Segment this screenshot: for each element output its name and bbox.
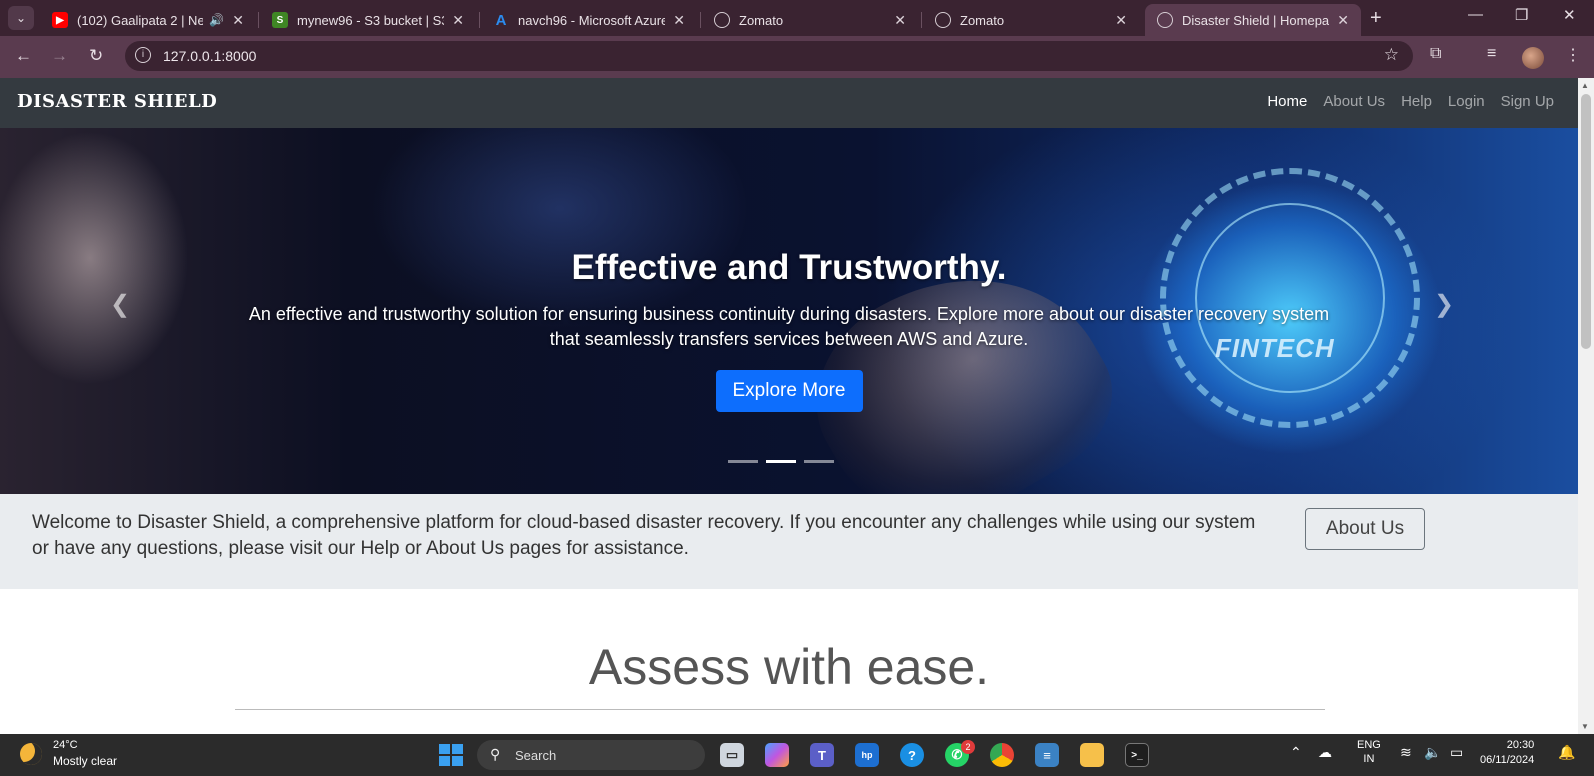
restore-icon[interactable]: ❐ — [1515, 6, 1528, 24]
language-code: ENG — [1357, 739, 1381, 751]
scrollbar-thumb[interactable] — [1581, 94, 1591, 349]
whatsapp-badge: 2 — [961, 740, 975, 754]
close-tab-icon[interactable]: ✕ — [1115, 12, 1127, 29]
windows-taskbar: 24°C Mostly clear ⚲ Search ▭ T hp ? ✆ ≡ … — [0, 734, 1594, 776]
weather-moon-icon[interactable] — [20, 743, 42, 765]
nav-sign-up[interactable]: Sign Up — [1501, 93, 1554, 110]
notification-bell-icon[interactable]: 🔔 — [1558, 744, 1575, 761]
aws-s3-icon: S — [272, 12, 288, 28]
forward-icon[interactable]: → — [51, 46, 68, 66]
browser-tab-active[interactable]: Disaster Shield | Homepag ✕ — [1145, 4, 1361, 36]
hero-caption: Effective and Trustworthy. An effective … — [0, 248, 1578, 412]
scroll-up-icon[interactable]: ▲ — [1581, 81, 1589, 90]
page-scrollbar[interactable]: ▲ ▼ — [1578, 78, 1594, 734]
globe-icon — [714, 12, 730, 28]
scroll-down-icon[interactable]: ▼ — [1581, 722, 1589, 731]
address-bar[interactable]: i 127.0.0.1:8000 ☆ — [125, 41, 1413, 71]
hero-text: An effective and trustworthy solution fo… — [248, 304, 1330, 349]
globe-icon — [1157, 12, 1173, 28]
taskbar-search-label: Search — [515, 748, 557, 763]
youtube-icon: ▶ — [52, 12, 68, 28]
site-navbar: DISASTER SHIELD Home About Us Help Login… — [0, 78, 1578, 128]
browser-tab[interactable]: Zomato ✕ — [923, 4, 1139, 36]
globe-icon — [935, 12, 951, 28]
browser-tab-strip: ⌄ ▶ (102) Gaalipata 2 | Nee 🔊 ✕ S mynew9… — [0, 0, 1594, 36]
clock-date: 06/11/2024 — [1480, 754, 1535, 766]
search-icon: ⚲ — [490, 746, 501, 762]
language-indicator[interactable]: ENG IN — [1357, 738, 1381, 766]
start-windows-icon[interactable] — [439, 744, 463, 766]
close-tab-icon[interactable]: ✕ — [452, 12, 464, 29]
close-tab-icon[interactable]: ✕ — [1337, 12, 1349, 29]
tab-separator — [479, 12, 480, 28]
tab-separator — [258, 12, 259, 28]
nav-login[interactable]: Login — [1448, 93, 1485, 110]
extensions-icon[interactable]: ⧉ — [1430, 45, 1441, 63]
nav-links: Home About Us Help Login Sign Up — [1267, 93, 1554, 110]
bookmark-star-icon[interactable]: ☆ — [1384, 45, 1399, 65]
browser-toolbar: ← → ↻ i 127.0.0.1:8000 ☆ ⧉ ≡ ⋮ — [0, 36, 1594, 78]
browser-tab[interactable]: A navch96 - Microsoft Azure ✕ — [481, 4, 697, 36]
section-divider — [235, 709, 1325, 710]
carousel-indicators — [728, 460, 834, 463]
back-icon[interactable]: ← — [15, 46, 32, 66]
about-us-button[interactable]: About Us — [1305, 508, 1425, 550]
task-view-icon[interactable]: ▭ — [720, 743, 744, 767]
wifi-icon[interactable]: ≋ — [1400, 744, 1412, 761]
help-icon[interactable]: ? — [900, 743, 924, 767]
teams-icon[interactable]: T — [810, 743, 834, 767]
azure-icon: A — [495, 11, 507, 29]
browser-tab[interactable]: S mynew96 - S3 bucket | S3 ✕ — [260, 4, 476, 36]
reload-icon[interactable]: ↻ — [89, 46, 103, 66]
explore-more-button[interactable]: Explore More — [715, 370, 863, 412]
close-tab-icon[interactable]: ✕ — [232, 12, 244, 29]
speaker-icon[interactable]: 🔊 — [209, 13, 224, 27]
nav-help[interactable]: Help — [1401, 93, 1432, 110]
nav-home[interactable]: Home — [1267, 93, 1307, 110]
clock-time: 20:30 — [1506, 739, 1535, 751]
file-explorer-icon[interactable] — [1080, 743, 1104, 767]
tray-overflow-icon[interactable]: ⌃ — [1290, 744, 1302, 761]
battery-icon[interactable]: ▭ — [1450, 744, 1463, 761]
carousel-indicator-active[interactable] — [766, 460, 796, 463]
tab-search-dropdown-icon[interactable]: ⌄ — [8, 6, 34, 30]
carousel-indicator[interactable] — [804, 460, 834, 463]
welcome-banner: Welcome to Disaster Shield, a comprehens… — [0, 494, 1578, 589]
tab-separator — [921, 12, 922, 28]
browser-tab[interactable]: Zomato ✕ — [702, 4, 918, 36]
weather-description[interactable]: Mostly clear — [53, 754, 117, 768]
system-clock[interactable]: 20:30 06/11/2024 — [1480, 738, 1534, 768]
tab-separator — [700, 12, 701, 28]
onedrive-icon[interactable]: ☁ — [1318, 744, 1332, 761]
hero-carousel: FINTECH ❮ ❯ Effective and Trustworthy. A… — [0, 128, 1578, 494]
taskbar-search[interactable]: ⚲ Search — [477, 740, 705, 770]
site-brand[interactable]: DISASTER SHIELD — [17, 91, 217, 112]
browser-tab[interactable]: ▶ (102) Gaalipata 2 | Nee 🔊 ✕ — [40, 4, 256, 36]
url-text[interactable]: 127.0.0.1:8000 — [163, 48, 256, 64]
close-window-icon[interactable]: ✕ — [1563, 6, 1576, 24]
browser-menu-icon[interactable]: ⋮ — [1565, 45, 1581, 65]
carousel-indicator[interactable] — [728, 460, 758, 463]
myhp-icon[interactable]: hp — [855, 743, 879, 767]
minimize-icon[interactable]: — — [1468, 6, 1483, 23]
volume-icon[interactable]: 🔈 — [1424, 744, 1441, 761]
section-title: Assess with ease. — [588, 639, 990, 695]
profile-avatar[interactable] — [1522, 47, 1544, 69]
chrome-icon[interactable] — [990, 743, 1014, 767]
hero-title: Effective and Trustworthy. — [571, 248, 1007, 287]
notepad-icon[interactable]: ≡ — [1035, 743, 1059, 767]
welcome-text: Welcome to Disaster Shield, a comprehens… — [32, 512, 1256, 559]
page-viewport: DISASTER SHIELD Home About Us Help Login… — [0, 78, 1578, 734]
site-info-icon[interactable]: i — [135, 47, 151, 63]
copilot-icon[interactable] — [765, 743, 789, 767]
region-code: IN — [1363, 753, 1375, 765]
terminal-icon[interactable]: >_ — [1125, 743, 1149, 767]
close-tab-icon[interactable]: ✕ — [894, 12, 906, 29]
new-tab-icon[interactable]: + — [1370, 7, 1382, 30]
weather-temperature[interactable]: 24°C — [53, 739, 78, 751]
media-control-icon[interactable]: ≡ — [1487, 45, 1496, 63]
nav-about-us[interactable]: About Us — [1323, 93, 1385, 110]
close-tab-icon[interactable]: ✕ — [673, 12, 685, 29]
